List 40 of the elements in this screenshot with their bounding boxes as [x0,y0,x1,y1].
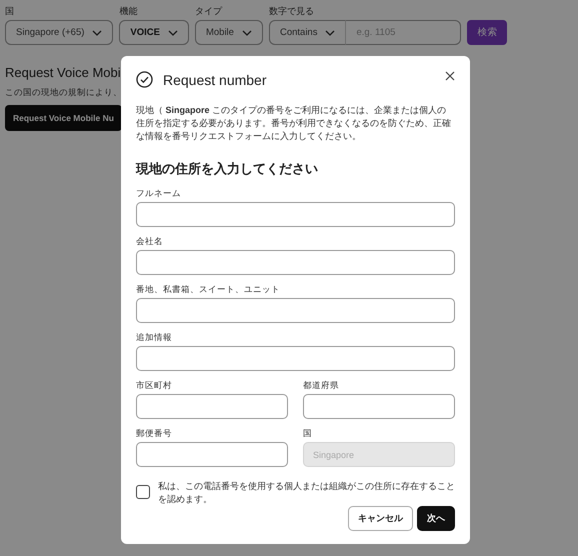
field-label: 郵便番号 [136,428,173,439]
chevron-down-icon [92,30,102,36]
field-label: 番地、私書箱、スイート、ユニット [136,284,281,295]
chevron-down-icon [242,30,252,36]
field-label: 市区町村 [136,380,173,391]
field-label: 会社名 [136,236,164,247]
filter-label: 機能 [119,5,138,16]
request-button[interactable]: Request Voice Mobile Nu [5,105,122,131]
close-icon[interactable] [445,71,455,81]
form-heading: 現地の住所を入力してください [136,160,319,178]
search-button[interactable]: 検索 [467,20,508,45]
intro-text: 現地（ Singapore このタイプの番号をご利用になるには、企業または個人の住所を指定する必要があります。番号が利用できなくなるのを防ぐため、正確な情報を番号リクエストフォームに入力してください。 [136,104,452,143]
next-button[interactable]: 次へ [417,506,455,531]
input-field[interactable] [136,394,288,419]
cancel-button[interactable]: キャンセル [348,506,413,531]
check-circle-icon [136,71,153,88]
filter-label: 国 [5,5,15,16]
checkbox-label: 私は、この電話番号を使用する個人または組織がこの住所に存在することを認めます。 [158,480,455,506]
field-label: フルネーム [136,188,182,199]
input-field[interactable] [136,298,455,323]
filter-label: 数字で見る [268,5,315,16]
chevron-down-icon [325,30,336,36]
section-title: Request Voice Mobi [5,65,121,80]
input-field[interactable] [136,202,455,227]
dialog-title: Request number [163,72,268,88]
field-label: 追加情報 [136,332,173,343]
section-note: この国の現地の規制により、 [5,87,122,99]
dropdown[interactable]: Singapore (+65) [5,20,114,45]
chevron-down-icon [168,30,178,36]
field-label: 国 [303,428,313,439]
input-field[interactable] [136,442,288,467]
field-label: 都道府県 [303,380,340,391]
input-field[interactable] [136,250,455,275]
dropdown[interactable]: VOICE [119,20,189,45]
input-field[interactable] [303,394,455,419]
dropdown[interactable]: Mobile [194,20,263,45]
input-field[interactable] [136,346,455,371]
dropdown[interactable]: Contains [268,20,346,45]
filter-label: タイプ [194,5,224,16]
checkbox[interactable] [136,485,150,499]
